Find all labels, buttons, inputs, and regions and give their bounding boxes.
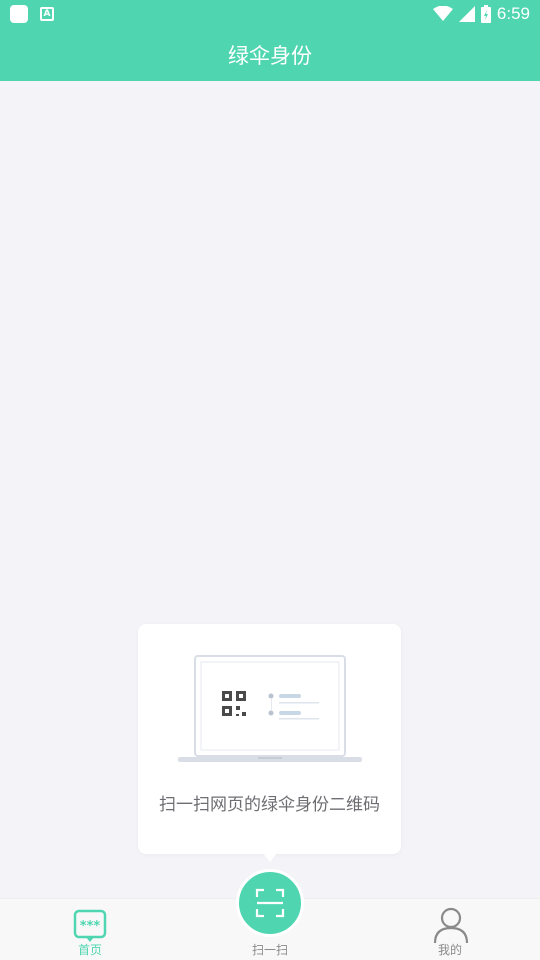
page-title: 绿伞身份	[228, 43, 312, 68]
battery-charging-icon	[480, 5, 491, 23]
person-icon	[433, 907, 469, 943]
status-right: 6:59	[432, 4, 530, 24]
svg-text:***: ***	[80, 919, 101, 934]
tab-mine-label: 我的	[437, 943, 462, 957]
scan-hint-text: 扫一扫网页的绿伞身份二维码	[159, 795, 380, 815]
app-notification-icon	[10, 5, 28, 23]
scan-button[interactable]	[236, 869, 304, 937]
popup-arrow	[262, 852, 278, 862]
laptop-qr-icon	[178, 655, 362, 762]
wifi-icon	[432, 6, 453, 21]
tab-scan-label: 扫一扫	[251, 943, 288, 957]
status-left: A	[10, 5, 54, 23]
signal-icon	[458, 6, 475, 22]
status-bar: A 6:59	[0, 0, 540, 28]
tab-home[interactable]: *** 首页	[30, 899, 150, 960]
tab-mine[interactable]: 我的	[390, 899, 510, 960]
password-icon: ***	[73, 909, 107, 942]
tab-home-label: 首页	[77, 943, 102, 957]
a-icon: A	[40, 7, 54, 21]
status-time: 6:59	[496, 4, 530, 23]
app-bar: 绿伞身份	[0, 28, 540, 81]
scan-hint-popup: 扫一扫网页的绿伞身份二维码	[138, 624, 401, 854]
scan-icon	[255, 888, 285, 918]
